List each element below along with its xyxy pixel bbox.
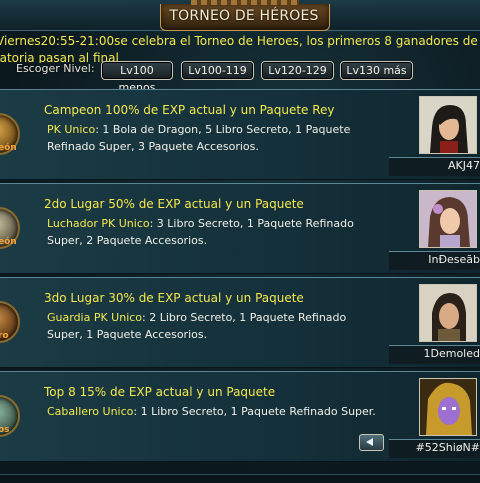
player-name-box: AKJ47	[389, 157, 480, 176]
reward-row-top8: os Top 8 15% de EXP actual y un Paquete …	[0, 371, 480, 462]
reward-category: PK Unico	[47, 123, 96, 136]
avatar-portrait-icon	[420, 97, 476, 153]
announcement-line-1: Viernes20:55-21:00se celebra el Torneo d…	[0, 34, 480, 48]
player-name: AKJ47	[448, 159, 480, 172]
announcement-text: Viernes20:55-21:00se celebra el Torneo d…	[0, 33, 480, 63]
reward-items: : 1 Libro Secreto, 1 Paquete Refinado Su…	[133, 405, 376, 418]
reward-category: Guardia PK Unico	[47, 311, 143, 324]
reward-description: Guardia PK Unico: 2 Libro Secreto, 1 Paq…	[47, 309, 377, 343]
level-filter: Escoger Nivel: Lv100 menos Lv100-119 Lv1…	[0, 60, 480, 94]
medal-label: eón	[0, 237, 17, 247]
reward-description: Caballero Unico: 1 Libro Secreto, 1 Paqu…	[47, 403, 377, 420]
level-button-lv100-119[interactable]: Lv100-119	[181, 61, 254, 80]
reward-row-campeon: eón Campeon 100% de EXP actual y un Paqu…	[0, 89, 480, 180]
avatar-portrait-icon	[420, 379, 476, 435]
level-filter-label: Escoger Nivel:	[16, 62, 95, 75]
bottom-edge	[0, 474, 480, 483]
tournament-window: TORNEO DE HÉROES Viernes20:55-21:00se ce…	[0, 0, 480, 483]
reward-category: Caballero Unico	[47, 405, 134, 418]
reward-title: Top 8 15% de EXP actual y un Paquete	[44, 385, 276, 399]
medal-label: eón	[0, 143, 17, 153]
avatar-portrait-icon	[420, 191, 476, 247]
level-button-lv120-129[interactable]: Lv120-129	[261, 61, 334, 80]
player-name: #52ShiøN#	[415, 441, 480, 454]
avatar-portrait-icon	[420, 285, 476, 341]
medal-label: ro	[0, 331, 9, 341]
reward-row-segundo: eón 2do Lugar 50% de EXP actual y un Paq…	[0, 183, 480, 274]
reward-description: PK Unico: 1 Bola de Dragon, 5 Libro Secr…	[47, 121, 377, 155]
medal-label: os	[0, 425, 10, 435]
player-avatar[interactable]	[419, 284, 477, 342]
reward-description: Luchador PK Unico: 3 Libro Secreto, 1 Pa…	[47, 215, 377, 249]
reward-title: Campeon 100% de EXP actual y un Paquete …	[44, 103, 335, 117]
player-avatar[interactable]	[419, 190, 477, 248]
player-name-box: 1Demoled	[389, 345, 480, 364]
player-name: 1Demoled	[423, 347, 480, 360]
player-name: InÐeseāb	[428, 253, 480, 266]
level-button-lv130-mas[interactable]: Lv130 más	[340, 61, 413, 80]
reward-title: 3do Lugar 30% de EXP actual y un Paquete	[44, 291, 304, 305]
window-title: TORNEO DE HÉROES	[169, 8, 319, 24]
previous-page-button[interactable]	[359, 434, 384, 451]
player-name-box: #52ShiøN#	[389, 439, 480, 458]
player-avatar[interactable]	[419, 96, 477, 154]
player-avatar[interactable]	[419, 378, 477, 436]
reward-category: Luchador PK Unico	[47, 217, 150, 230]
level-button-lv100-menos[interactable]: Lv100 menos	[101, 61, 173, 94]
reward-row-tercero: ro 3do Lugar 30% de EXP actual y un Paqu…	[0, 277, 480, 368]
reward-title: 2do Lugar 50% de EXP actual y un Paquete	[44, 197, 304, 211]
player-name-box: InÐeseāb	[389, 251, 480, 270]
